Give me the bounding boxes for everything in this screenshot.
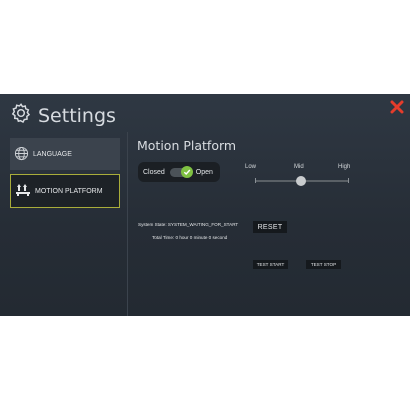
test-start-button[interactable]: TEST START [253, 260, 288, 269]
sidebar-item-language[interactable]: LANGUAGE [10, 138, 120, 170]
page-title: Motion Platform [137, 138, 237, 153]
close-icon[interactable] [390, 100, 404, 114]
settings-window: Settings LANGUAGE MOTION PLATFORM Motion… [0, 94, 410, 316]
toggle-closed-label: Closed [143, 168, 165, 176]
gear-icon [10, 102, 32, 129]
check-icon [180, 165, 193, 178]
settings-sidebar: LANGUAGE MOTION PLATFORM [0, 132, 128, 316]
door-toggle-group: Closed Open [138, 162, 220, 182]
reset-button[interactable]: RESET [253, 221, 287, 233]
door-toggle-switch[interactable] [169, 165, 193, 178]
test-stop-button[interactable]: TEST STOP [306, 260, 341, 269]
system-state-text: System State: SYSTEM_WAITING_FOR_START [138, 222, 239, 227]
sidebar-item-motion-platform[interactable]: MOTION PLATFORM [10, 174, 120, 208]
globe-icon [14, 146, 29, 163]
slider-high-label: High [338, 164, 351, 170]
settings-header: Settings [10, 102, 116, 129]
sidebar-item-label: LANGUAGE [33, 150, 72, 158]
slider-tick-high [348, 178, 349, 183]
toggle-open-label: Open [195, 168, 213, 176]
sidebar-item-label: MOTION PLATFORM [35, 187, 103, 195]
motion-platform-icon [15, 183, 31, 199]
settings-title: Settings [38, 104, 116, 127]
slider-mid-label: Mid [294, 164, 304, 170]
total-time-text: Total Time: 0 hour 0 minute 0 second [152, 235, 228, 240]
slider-tick-low [255, 178, 256, 183]
intensity-slider-handle[interactable] [296, 176, 306, 186]
slider-low-label: Low [245, 164, 257, 170]
